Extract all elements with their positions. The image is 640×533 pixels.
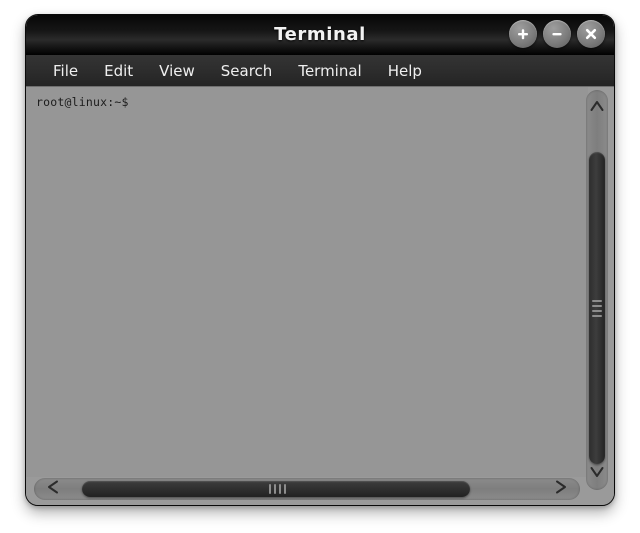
vertical-scrollbar-thumb[interactable] <box>589 152 605 464</box>
chevron-left-icon <box>44 479 62 499</box>
minimize-button[interactable] <box>543 20 571 48</box>
chevron-up-icon <box>589 98 605 117</box>
close-button[interactable] <box>577 20 605 48</box>
maximize-button[interactable] <box>509 20 537 48</box>
grip-line <box>284 484 286 494</box>
window-controls <box>509 20 605 48</box>
menu-item-help[interactable]: Help <box>375 59 435 83</box>
chevron-down-icon <box>589 464 605 483</box>
grip-line <box>279 484 281 494</box>
scroll-down-button[interactable] <box>586 458 608 488</box>
horizontal-scrollbar[interactable] <box>34 478 580 500</box>
grip-line <box>592 305 602 307</box>
terminal-prompt-line: root@linux:~$ <box>36 95 129 109</box>
terminal-body: root@linux:~$ <box>26 87 614 505</box>
grip-line <box>274 484 276 494</box>
horizontal-scrollbar-thumb[interactable] <box>82 481 470 497</box>
menu-item-search[interactable]: Search <box>208 59 286 83</box>
plus-icon <box>515 26 531 42</box>
window-titlebar[interactable]: Terminal <box>26 15 614 55</box>
menu-item-terminal[interactable]: Terminal <box>285 59 374 83</box>
minus-icon <box>549 26 565 42</box>
close-icon <box>583 26 599 42</box>
menu-item-edit[interactable]: Edit <box>91 59 146 83</box>
menu-bar: File Edit View Search Terminal Help <box>26 55 614 87</box>
scroll-right-button[interactable] <box>544 478 578 500</box>
chevron-right-icon <box>552 479 570 499</box>
desktop-background: Terminal File Edit View Search Terminal … <box>0 0 640 533</box>
terminal-window: Terminal File Edit View Search Terminal … <box>25 14 615 506</box>
grip-line <box>592 300 602 302</box>
scroll-left-button[interactable] <box>36 478 70 500</box>
grip-line <box>592 310 602 312</box>
scroll-up-button[interactable] <box>586 92 608 122</box>
grip-line <box>269 484 271 494</box>
menu-item-view[interactable]: View <box>146 59 208 83</box>
terminal-output-area[interactable]: root@linux:~$ <box>26 87 588 477</box>
grip-line <box>592 315 602 317</box>
vertical-scrollbar[interactable] <box>586 90 608 490</box>
menu-item-file[interactable]: File <box>40 59 91 83</box>
